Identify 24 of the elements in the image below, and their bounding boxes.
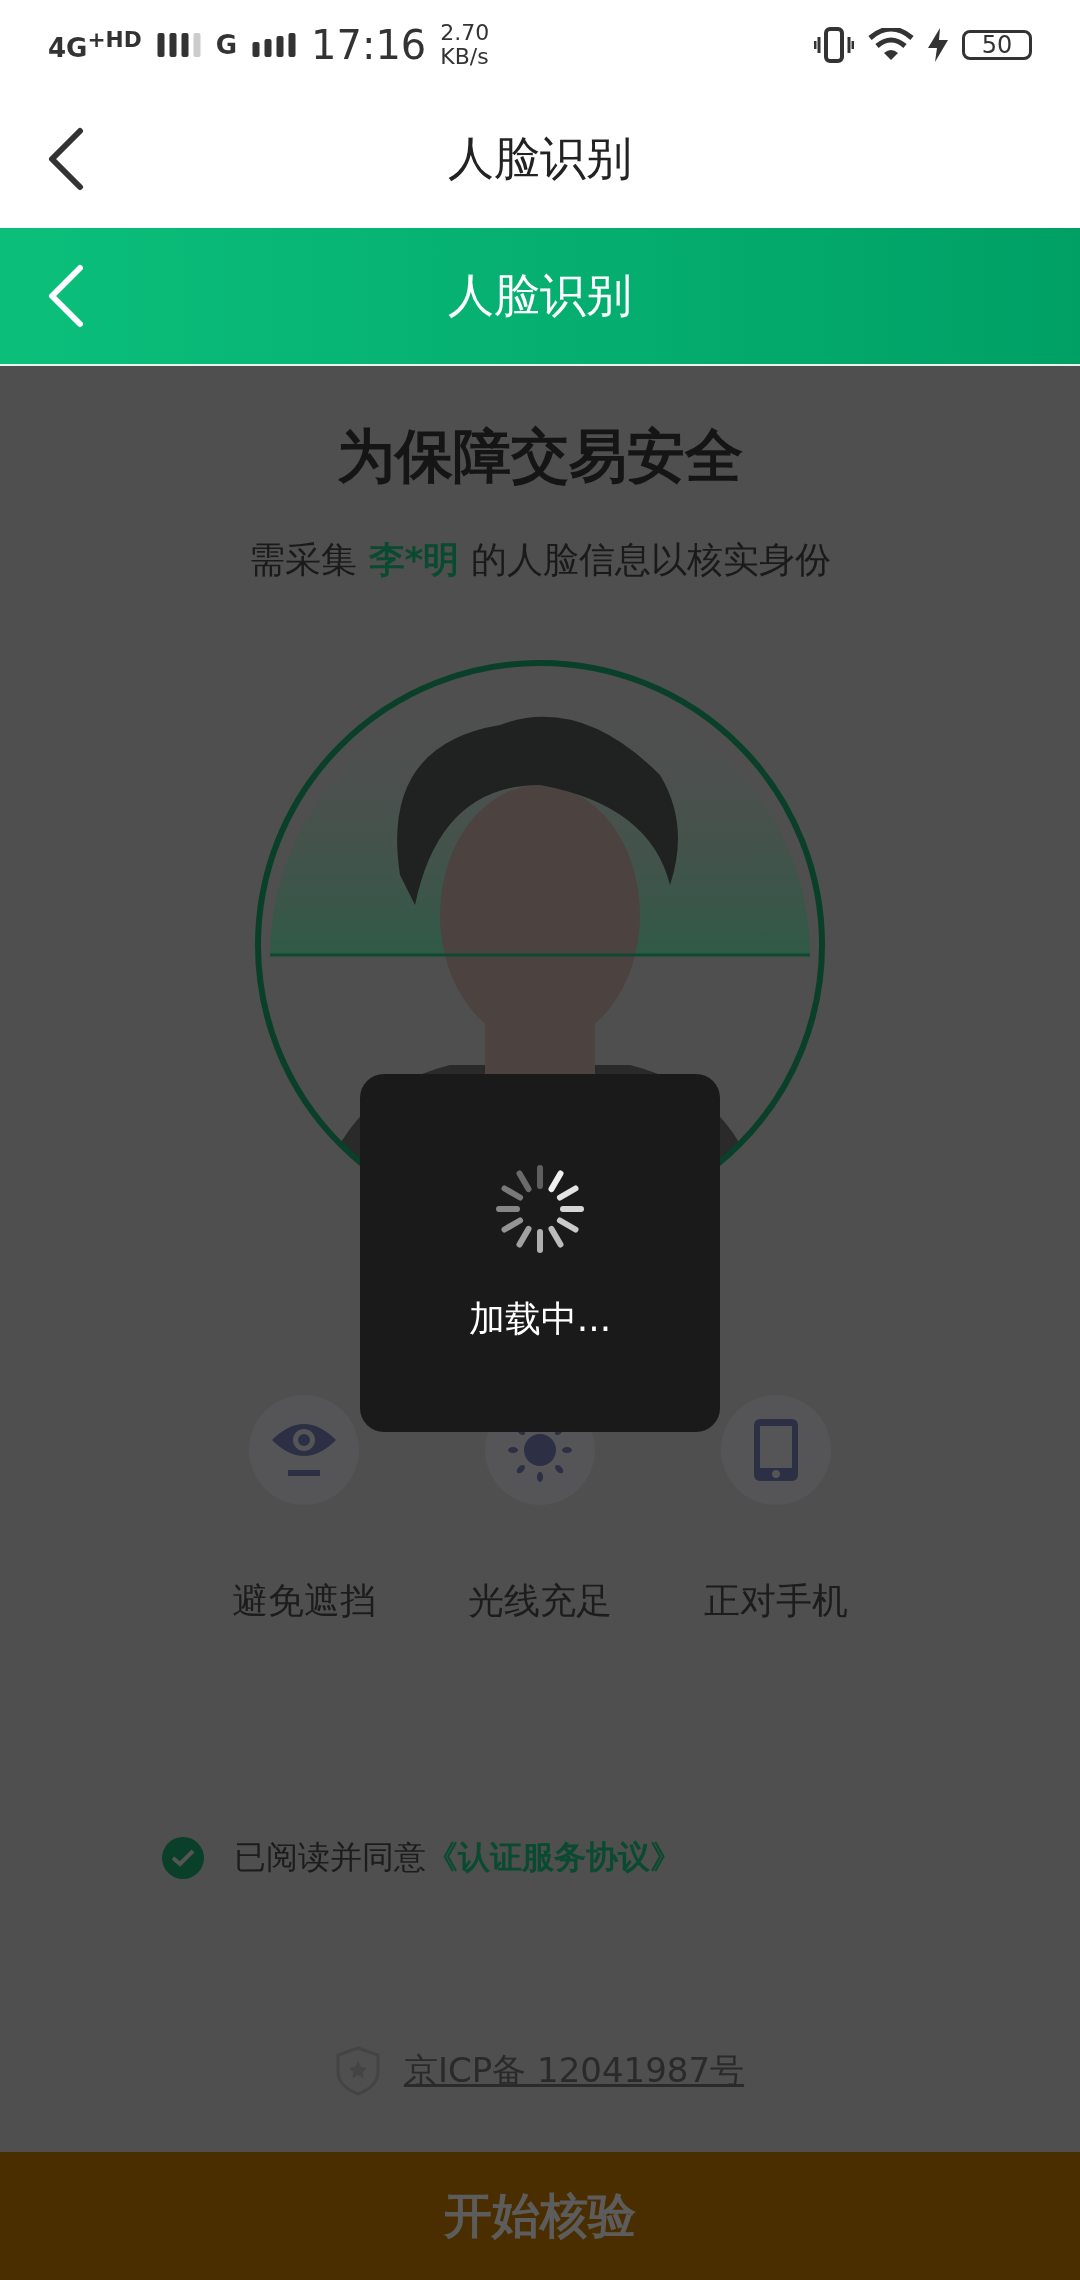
back-icon (46, 127, 86, 191)
battery-icon: 50 (962, 30, 1032, 60)
agreement-link[interactable]: 《认证服务协议》 (426, 1838, 682, 1876)
wifi-icon (868, 28, 914, 62)
loading-spinner-icon (494, 1162, 586, 1255)
phone-icon (752, 1417, 800, 1483)
agreement-checkbox[interactable] (162, 1837, 204, 1879)
loading-text: 加载中... (468, 1296, 612, 1341)
heading: 为保障交易安全 (337, 421, 743, 492)
header-title: 人脸识别 (448, 267, 632, 324)
signal-icon (251, 33, 298, 57)
back-icon (46, 264, 86, 328)
speed-value: 2.70 (440, 22, 490, 44)
vibrate-icon (814, 27, 854, 63)
page-title: 人脸识别 (448, 130, 632, 187)
check-icon (171, 1848, 195, 1868)
charging-icon (928, 28, 948, 62)
start-button[interactable]: 开始核验 (0, 2152, 1080, 2280)
eye-icon (272, 1422, 336, 1478)
speed-unit: KB/s (440, 46, 490, 68)
network-label: 4G$^{+HD}$ (48, 29, 142, 61)
clock: 17:16 (311, 25, 427, 65)
network-label: G (215, 32, 238, 58)
signal-icon (155, 33, 202, 57)
